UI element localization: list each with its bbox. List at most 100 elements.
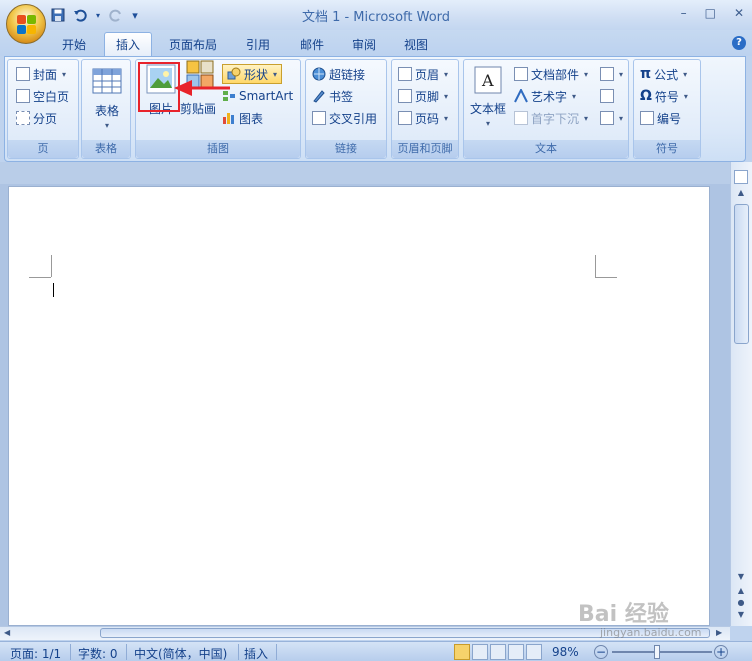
vertical-scrollbar[interactable]: ▲ ▼ ▲ ● ▼ xyxy=(730,162,752,626)
blank-page-button[interactable]: 空白页 xyxy=(16,86,69,106)
cover-page-icon xyxy=(16,67,30,81)
print-layout-icon[interactable] xyxy=(454,644,470,660)
clipart-button[interactable]: 剪贴画 xyxy=(180,98,216,118)
footer-button[interactable]: 页脚 ▾ xyxy=(398,86,448,106)
signature-line-icon xyxy=(600,67,614,81)
svg-text:A: A xyxy=(481,71,494,90)
group-label-pages: 页 xyxy=(8,140,78,158)
dropcap-button[interactable]: 首字下沉 ▾ xyxy=(514,108,588,128)
scroll-down-icon[interactable]: ▼ xyxy=(734,572,748,584)
draft-view-icon[interactable] xyxy=(526,644,542,660)
quick-parts-button[interactable]: 文档部件 ▾ xyxy=(514,64,588,84)
zoom-level[interactable]: 98% xyxy=(552,645,579,659)
table-button[interactable]: 表格 ▾ xyxy=(90,68,124,130)
footer-icon xyxy=(398,89,412,103)
quick-parts-icon xyxy=(514,67,528,81)
close-button[interactable]: ✕ xyxy=(734,6,744,20)
zoom-slider-track[interactable] xyxy=(612,651,712,653)
textbox-icon: A xyxy=(474,66,502,94)
help-icon[interactable]: ? xyxy=(732,36,746,50)
group-tables: 表格 ▾ 表格 xyxy=(81,59,131,159)
page-number-icon xyxy=(398,111,412,125)
scroll-right-icon[interactable]: ▶ xyxy=(716,628,722,637)
language-indicator[interactable]: 中文(简体，中国) xyxy=(134,645,227,661)
page-count[interactable]: 页面: 1/1 xyxy=(10,645,61,661)
chart-button[interactable]: 图表 xyxy=(222,108,263,128)
table-icon xyxy=(92,68,122,94)
browse-object-icon[interactable]: ● xyxy=(734,598,748,610)
document-page[interactable] xyxy=(8,186,710,626)
outline-view-icon[interactable] xyxy=(508,644,524,660)
date-time-icon xyxy=(600,89,614,103)
header-button[interactable]: 页眉 ▾ xyxy=(398,64,448,84)
baidu-watermark-url: jingyan.baidu.com xyxy=(600,626,702,639)
group-label-symbols: 符号 xyxy=(634,140,700,158)
tab-review[interactable]: 审阅 xyxy=(344,32,384,56)
tab-page-layout[interactable]: 页面布局 xyxy=(160,32,226,56)
zoom-slider-thumb[interactable] xyxy=(654,645,660,659)
smartart-button[interactable]: SmartArt xyxy=(222,86,293,106)
title-bar: ▾ ▾ 文档 1 - Microsoft Word – □ ✕ xyxy=(0,0,752,30)
restore-button[interactable]: □ xyxy=(705,6,716,20)
group-links: 超链接 书签 交叉引用 链接 xyxy=(305,59,387,159)
pi-icon: π xyxy=(640,66,652,82)
chart-icon xyxy=(223,113,234,124)
prev-page-icon[interactable]: ▲ xyxy=(734,586,748,598)
group-pages: 封面 ▾ 空白页 分页 页 xyxy=(7,59,79,159)
tab-references[interactable]: 引用 xyxy=(238,32,278,56)
wordart-icon xyxy=(514,89,528,103)
group-symbols: π 公式 ▾ Ω 符号 ▾ 编号 符号 xyxy=(633,59,701,159)
web-layout-icon[interactable] xyxy=(490,644,506,660)
signature-line-button[interactable]: ▾ xyxy=(600,64,623,84)
group-label-links: 链接 xyxy=(306,140,386,158)
full-screen-reading-icon[interactable] xyxy=(472,644,488,660)
textbox-button[interactable]: A 文本框 ▾ xyxy=(468,66,508,128)
hyperlink-button[interactable]: 超链接 xyxy=(312,64,365,84)
page-number-button[interactable]: 页码 ▾ xyxy=(398,108,448,128)
tab-insert[interactable]: 插入 xyxy=(104,32,152,56)
tab-view[interactable]: 视图 xyxy=(396,32,436,56)
status-bar: 页面: 1/1 字数: 0 中文(简体，中国) 插入 98% − + xyxy=(0,641,752,661)
symbol-button[interactable]: Ω 符号 ▾ xyxy=(640,86,688,106)
scroll-up-icon[interactable]: ▲ xyxy=(734,188,748,200)
tab-mailings[interactable]: 邮件 xyxy=(290,32,334,56)
margin-mark-top-left-v xyxy=(51,255,52,277)
margin-mark-top-right-v xyxy=(595,255,596,277)
office-button[interactable] xyxy=(6,4,46,44)
group-label-illustrations: 插图 xyxy=(136,140,300,158)
group-label-header-footer: 页眉和页脚 xyxy=(392,140,458,158)
scroll-left-icon[interactable]: ◀ xyxy=(4,628,10,637)
wordart-button[interactable]: 艺术字 ▾ xyxy=(514,86,576,106)
object-icon xyxy=(600,111,614,125)
numbering-button[interactable]: 编号 xyxy=(640,108,681,128)
omega-icon: Ω xyxy=(640,88,652,104)
zoom-in-icon[interactable]: + xyxy=(714,645,728,659)
tab-home[interactable]: 开始 xyxy=(52,32,96,56)
cover-page-button[interactable]: 封面 ▾ xyxy=(16,64,66,84)
page-break-icon xyxy=(16,111,30,125)
insert-mode[interactable]: 插入 xyxy=(244,645,268,661)
word-count[interactable]: 字数: 0 xyxy=(78,645,118,661)
cross-reference-button[interactable]: 交叉引用 xyxy=(312,108,377,128)
scrollbar-thumb[interactable] xyxy=(734,204,749,344)
object-button[interactable]: ▾ xyxy=(600,108,623,128)
page-break-button[interactable]: 分页 xyxy=(16,108,57,128)
minimize-button[interactable]: – xyxy=(681,6,687,20)
hyperlink-icon xyxy=(312,67,326,81)
header-icon xyxy=(398,67,412,81)
ribbon: 封面 ▾ 空白页 分页 页 表格 ▾ 表格 图片 剪贴画 形状 ▾ SmartA… xyxy=(4,56,746,162)
ruler-toggle-icon[interactable] xyxy=(734,170,748,184)
cross-reference-icon xyxy=(312,111,326,125)
group-text: A 文本框 ▾ 文档部件 ▾ 艺术字 ▾ 首字下沉 ▾ ▾ ▾ 文本 xyxy=(463,59,629,159)
next-page-icon[interactable]: ▼ xyxy=(734,610,748,622)
bookmark-icon xyxy=(313,90,325,103)
group-label-text: 文本 xyxy=(464,140,628,158)
margin-mark-top-right-h xyxy=(595,277,617,278)
text-cursor xyxy=(53,283,54,297)
group-header-footer: 页眉 ▾ 页脚 ▾ 页码 ▾ 页眉和页脚 xyxy=(391,59,459,159)
baidu-watermark: Bai 经验 xyxy=(578,602,669,627)
equation-button[interactable]: π 公式 ▾ xyxy=(640,64,687,84)
zoom-out-icon[interactable]: − xyxy=(594,645,608,659)
bookmark-button[interactable]: 书签 xyxy=(312,86,353,106)
date-time-button[interactable] xyxy=(600,86,614,106)
